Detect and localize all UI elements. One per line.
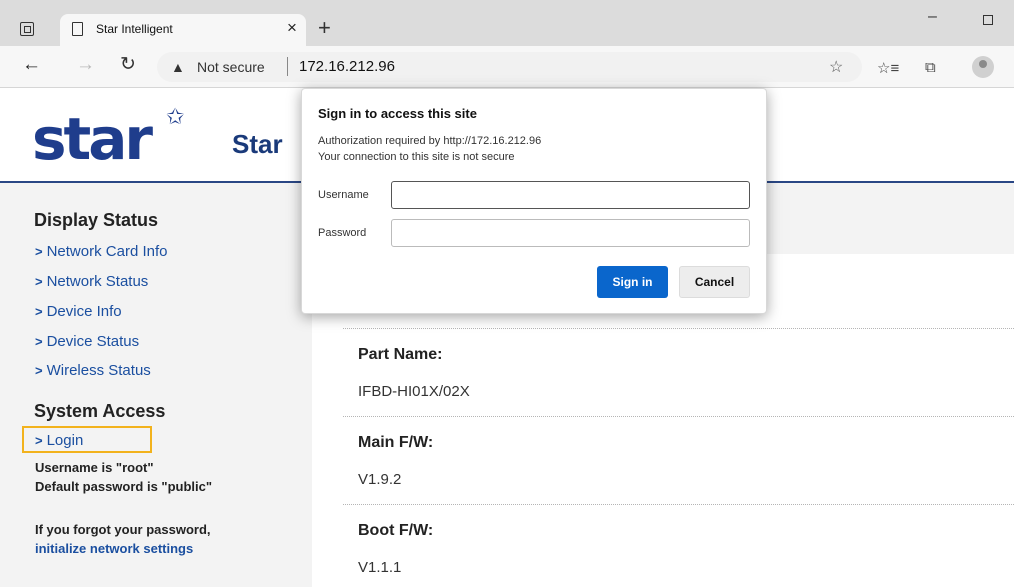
username-note: Username is "root" bbox=[35, 460, 154, 475]
system-access-heading: System Access bbox=[34, 401, 166, 421]
insecure-connection-text: Your connection to this site is not secu… bbox=[318, 151, 515, 163]
chevron-right-icon: > bbox=[35, 334, 43, 349]
sidebar-item-login[interactable]: > Login bbox=[35, 432, 83, 449]
sidebar-item-wireless-status[interactable]: > Wireless Status bbox=[35, 362, 151, 379]
chevron-right-icon: > bbox=[35, 363, 43, 378]
warning-icon[interactable]: ▲ bbox=[171, 59, 185, 75]
content-divider bbox=[343, 504, 1014, 505]
part-name-value: IFBD-HI01X/02X bbox=[358, 383, 470, 400]
sidebar-item-device-info[interactable]: > Device Info bbox=[35, 303, 122, 320]
tab-actions-icon[interactable] bbox=[20, 22, 34, 36]
security-label[interactable]: Not secure bbox=[197, 59, 265, 75]
password-field[interactable] bbox=[391, 219, 750, 247]
chevron-right-icon: > bbox=[35, 244, 43, 259]
sign-in-dialog: Sign in to access this site Authorizatio… bbox=[301, 88, 767, 314]
minimize-icon[interactable]: – bbox=[928, 8, 937, 26]
sidebar-item-label: Network Card Info bbox=[46, 243, 168, 260]
add-favorite-icon[interactable]: ☆ bbox=[829, 57, 843, 77]
boot-fw-label: Boot F/W: bbox=[358, 522, 434, 539]
maximize-icon[interactable] bbox=[983, 15, 993, 25]
sidebar-item-label: Device Info bbox=[46, 303, 122, 320]
profile-icon[interactable] bbox=[972, 56, 994, 78]
sidebar-item-network-card-info[interactable]: > Network Card Info bbox=[35, 243, 167, 260]
chevron-right-icon: > bbox=[35, 274, 43, 289]
sidebar-item-label: Wireless Status bbox=[46, 362, 151, 379]
address-divider bbox=[287, 57, 288, 76]
sign-in-button[interactable]: Sign in bbox=[597, 266, 668, 298]
username-label: Username bbox=[318, 189, 369, 201]
sidebar-item-network-status[interactable]: > Network Status bbox=[35, 273, 148, 290]
favorites-icon[interactable]: ☆≡ bbox=[877, 59, 899, 77]
sidebar-item-device-status[interactable]: > Device Status bbox=[35, 333, 139, 350]
close-tab-icon[interactable]: × bbox=[287, 18, 297, 38]
browser-tab[interactable]: Star Intelligent × bbox=[60, 14, 306, 46]
new-tab-icon[interactable]: + bbox=[318, 15, 331, 41]
chevron-right-icon: > bbox=[35, 304, 43, 319]
part-name-label: Part Name: bbox=[358, 346, 443, 363]
brand-title: Star bbox=[232, 129, 283, 159]
password-note: Default password is "public" bbox=[35, 479, 213, 494]
dialog-title: Sign in to access this site bbox=[318, 106, 477, 121]
chevron-right-icon: > bbox=[35, 433, 43, 448]
initialize-network-link[interactable]: initialize network settings bbox=[35, 541, 193, 556]
main-fw-label: Main F/W: bbox=[358, 434, 434, 451]
browser-toolbar: ← → ↻ ▲ Not secure 172.16.212.96 ☆ ☆≡ ⧉ bbox=[0, 46, 1014, 88]
reload-icon[interactable]: ↻ bbox=[120, 53, 136, 76]
address-bar[interactable]: ▲ Not secure 172.16.212.96 ☆ bbox=[157, 52, 862, 82]
cancel-button[interactable]: Cancel bbox=[679, 266, 750, 298]
tab-title: Star Intelligent bbox=[96, 22, 173, 36]
authorization-text: Authorization required by http://172.16.… bbox=[318, 135, 542, 147]
content-divider bbox=[343, 328, 1014, 329]
page-icon bbox=[72, 22, 83, 36]
display-status-heading: Display Status bbox=[34, 210, 159, 230]
logo-star-icon: ✩ bbox=[166, 104, 185, 129]
main-fw-value: V1.9.2 bbox=[358, 471, 402, 488]
boot-fw-value: V1.1.1 bbox=[358, 559, 402, 576]
forward-arrow-icon[interactable]: → bbox=[76, 54, 95, 76]
password-label: Password bbox=[318, 227, 367, 239]
forgot-password-note: If you forgot your password, bbox=[35, 522, 211, 537]
url-text[interactable]: 172.16.212.96 bbox=[299, 58, 395, 75]
sidebar-item-label: Device Status bbox=[46, 333, 140, 350]
collections-icon[interactable]: ⧉ bbox=[925, 59, 936, 76]
tab-strip: Star Intelligent × + – bbox=[0, 0, 1014, 46]
content-divider bbox=[343, 416, 1014, 417]
back-arrow-icon[interactable]: ← bbox=[22, 54, 41, 76]
star-logo: star bbox=[32, 105, 153, 173]
sidebar-item-label: Network Status bbox=[46, 273, 149, 290]
sidebar-item-label: Login bbox=[46, 432, 84, 449]
username-field[interactable] bbox=[391, 181, 750, 209]
